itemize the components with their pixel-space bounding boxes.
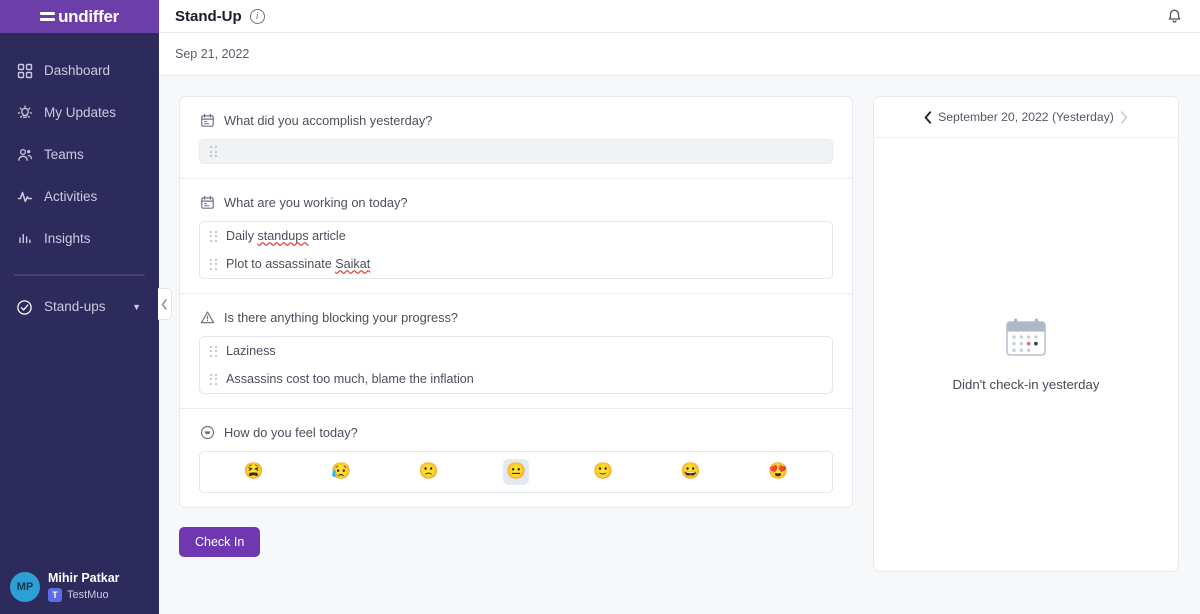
- sidebar-item-insights[interactable]: Insights: [0, 218, 159, 260]
- answer-row[interactable]: Daily standups article: [200, 222, 832, 250]
- user-name: Mihir Patkar: [48, 571, 120, 586]
- panel-empty-state: Didn't check-in yesterday: [874, 138, 1178, 571]
- sidebar-item-dashboard[interactable]: Dashboard: [0, 50, 159, 92]
- page-title: Stand-Up: [175, 7, 242, 25]
- question-header: Is there anything blocking your progress…: [199, 309, 833, 325]
- team-name: TestMuo: [67, 588, 109, 601]
- sidebar-item-label: Activities: [44, 189, 98, 205]
- mood-option-sad[interactable]: 😥: [328, 459, 354, 485]
- question-text: What are you working on today?: [224, 194, 408, 210]
- answer-text: Assassins cost too much, blame the infla…: [226, 372, 474, 386]
- sidebar: undiffer Dashboard My Updates Teams Acti…: [0, 0, 159, 614]
- answer-list-blockers[interactable]: Laziness Assassins cost too much, blame …: [199, 336, 833, 394]
- activity-pulse-icon: [16, 189, 33, 206]
- main-area: Stand-Up i Sep 21, 2022 What did you acc…: [158, 0, 1200, 614]
- sidebar-item-my-updates[interactable]: My Updates: [0, 92, 159, 134]
- mood-option-slightly-frowning[interactable]: 🙁: [416, 459, 442, 485]
- content-area: What did you accomplish yesterday? What …: [159, 76, 1200, 614]
- answer-text: Daily standups article: [226, 229, 346, 243]
- date-bar: Sep 21, 2022: [159, 33, 1200, 76]
- sidebar-collapse-toggle[interactable]: [158, 288, 172, 320]
- clipboard-calendar-icon: [199, 194, 215, 210]
- empty-state-text: Didn't check-in yesterday: [952, 377, 1100, 392]
- question-text: What did you accomplish yesterday?: [224, 112, 433, 128]
- mood-option-slightly-smiling[interactable]: 🙂: [590, 459, 616, 485]
- logo-text: undiffer: [58, 6, 119, 26]
- standup-form-column: What did you accomplish yesterday? What …: [179, 96, 853, 557]
- panel-date-label: September 20, 2022 (Yesterday): [938, 110, 1114, 124]
- lightbulb-icon: [16, 105, 33, 122]
- question-header: What did you accomplish yesterday?: [199, 112, 833, 128]
- answer-text: Laziness: [226, 344, 276, 358]
- calendar-illustration-icon: [1004, 317, 1048, 359]
- user-team: T TestMuo: [48, 587, 120, 602]
- sidebar-item-stand-ups[interactable]: Stand-ups ▼: [0, 286, 159, 328]
- check-circle-icon: [16, 299, 33, 316]
- drag-handle-icon[interactable]: [210, 258, 217, 270]
- sidebar-item-teams[interactable]: Teams: [0, 134, 159, 176]
- mood-selector: 😫 😥 🙁 😐 🙂 😀 😍: [199, 451, 833, 493]
- question-block-mood: How do you feel today? 😫 😥 🙁 😐 🙂 😀 😍: [180, 409, 852, 507]
- yesterday-panel: September 20, 2022 (Yesterday) Didn't ch…: [873, 96, 1179, 572]
- question-block-blockers: Is there anything blocking your progress…: [180, 294, 852, 409]
- question-block-today: What are you working on today? Daily sta…: [180, 179, 852, 294]
- people-icon: [16, 147, 33, 164]
- info-icon[interactable]: i: [249, 8, 265, 24]
- sidebar-item-label: Stand-ups: [44, 299, 106, 315]
- answer-text: Plot to assassinate Saikat: [226, 257, 371, 271]
- sidebar-nav: Dashboard My Updates Teams Activities In…: [0, 33, 159, 328]
- checkin-wrap: Check In: [179, 508, 853, 557]
- notification-bell-icon[interactable]: [1165, 7, 1184, 26]
- mood-option-neutral[interactable]: 😐: [502, 459, 529, 485]
- chevron-left-icon: [924, 110, 932, 124]
- chevron-left-icon: [161, 298, 167, 310]
- question-block-yesterday: What did you accomplish yesterday?: [180, 97, 852, 179]
- answer-row[interactable]: Plot to assassinate Saikat: [200, 250, 832, 278]
- mood-option-grinning[interactable]: 😀: [678, 459, 704, 485]
- answer-list-today[interactable]: Daily standups article Plot to assassina…: [199, 221, 833, 279]
- mood-circle-icon: [199, 424, 215, 440]
- answer-row[interactable]: Laziness: [200, 337, 832, 365]
- question-text: How do you feel today?: [224, 424, 358, 440]
- sidebar-item-activities[interactable]: Activities: [0, 176, 159, 218]
- sidebar-user-block[interactable]: MP Mihir Patkar T TestMuo: [0, 571, 159, 602]
- sidebar-item-label: Dashboard: [44, 63, 111, 79]
- sidebar-divider: [14, 274, 145, 276]
- panel-date-nav: September 20, 2022 (Yesterday): [874, 97, 1178, 138]
- check-in-button[interactable]: Check In: [179, 527, 261, 557]
- answer-row[interactable]: [200, 146, 236, 157]
- drag-handle-icon[interactable]: [210, 230, 217, 242]
- clipboard-calendar-icon: [199, 112, 215, 128]
- warning-triangle-icon: [199, 309, 215, 325]
- sidebar-item-label: Teams: [44, 147, 84, 163]
- sidebar-item-label: Insights: [44, 231, 91, 247]
- answer-input-yesterday[interactable]: [199, 139, 833, 164]
- question-text: Is there anything blocking your progress…: [224, 309, 459, 325]
- mood-option-anguished[interactable]: 😫: [241, 459, 267, 485]
- sidebar-item-label: My Updates: [44, 105, 117, 121]
- bar-chart-icon: [16, 231, 33, 248]
- avatar: MP: [10, 572, 40, 602]
- grid-dashboard-icon: [16, 63, 33, 80]
- chevron-right-icon: [1120, 110, 1128, 124]
- next-day-button[interactable]: [1120, 110, 1128, 124]
- top-bar: Stand-Up i: [159, 0, 1200, 33]
- user-meta: Mihir Patkar T TestMuo: [48, 571, 120, 602]
- drag-handle-icon[interactable]: [210, 146, 217, 157]
- chevron-down-icon[interactable]: ▼: [132, 302, 141, 312]
- equals-bars-logo-icon: [40, 12, 56, 21]
- question-header: How do you feel today?: [199, 424, 833, 440]
- drag-handle-icon[interactable]: [210, 373, 217, 385]
- standup-card: What did you accomplish yesterday? What …: [179, 96, 853, 508]
- current-date: Sep 21, 2022: [175, 47, 250, 61]
- app-logo[interactable]: undiffer: [0, 0, 159, 33]
- app-root: undiffer Dashboard My Updates Teams Acti…: [0, 0, 1200, 614]
- prev-day-button[interactable]: [924, 110, 932, 124]
- answer-row[interactable]: Assassins cost too much, blame the infla…: [200, 365, 832, 393]
- mood-option-heart-eyes[interactable]: 😍: [765, 459, 791, 485]
- drag-handle-icon[interactable]: [210, 345, 217, 357]
- team-badge: T: [48, 587, 62, 602]
- question-header: What are you working on today?: [199, 194, 833, 210]
